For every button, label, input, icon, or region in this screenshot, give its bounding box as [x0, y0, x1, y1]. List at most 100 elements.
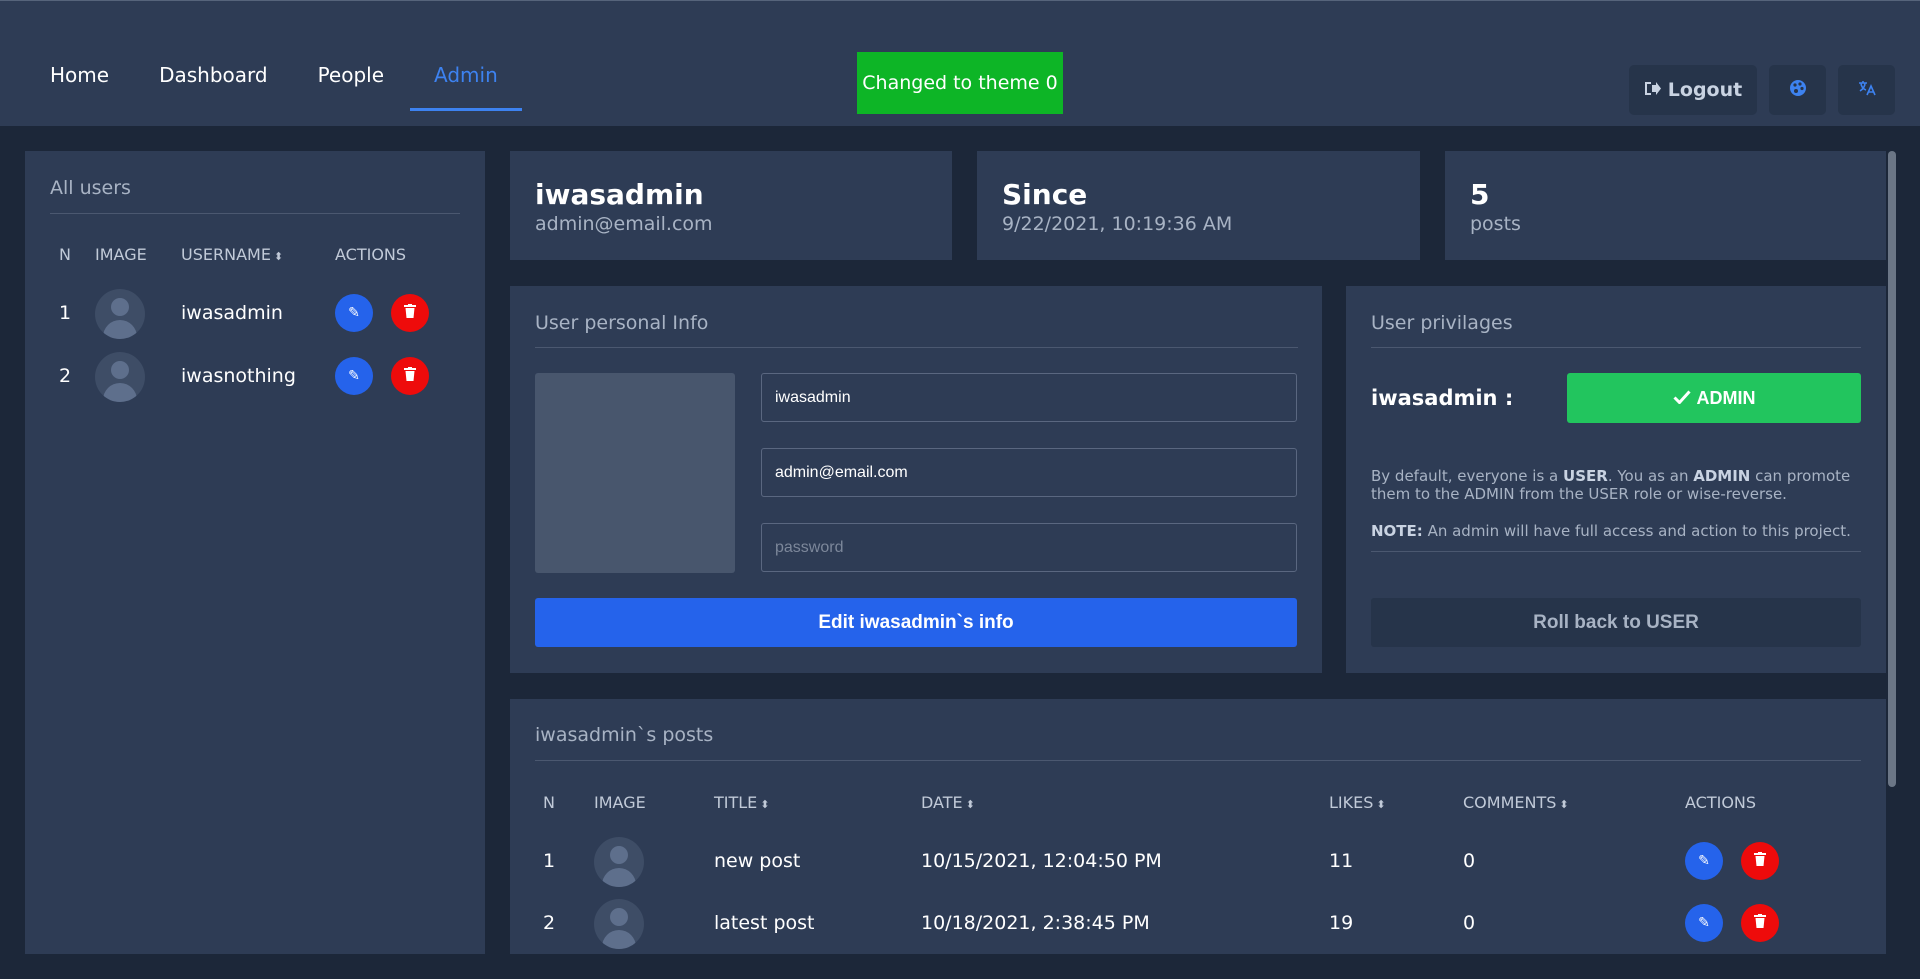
col-header-comments[interactable]: COMMENTS ⬍ [1463, 793, 1569, 812]
col-header-likes-label: LIKES [1329, 793, 1374, 812]
theme-button[interactable] [1769, 65, 1826, 115]
theme-toast: Changed to theme 0 [857, 52, 1063, 114]
sort-icon: ⬍ [1376, 798, 1386, 811]
edit-info-button[interactable]: Edit iwasadmin`s info [535, 598, 1297, 647]
since-card-date: 9/22/2021, 10:19:36 AM [1002, 213, 1233, 235]
nav-item-home[interactable]: Home [50, 43, 109, 111]
user-card-email: admin@email.com [535, 213, 713, 235]
col-header-date-label: DATE [921, 793, 963, 812]
admin-role-label: ADMIN [1696, 387, 1756, 408]
posts-title: iwasadmin`s posts [535, 724, 714, 746]
top-navbar: Home Dashboard People Admin Changed to t… [0, 0, 1920, 126]
trash-icon [1754, 852, 1766, 870]
avatar [594, 837, 644, 887]
logout-label: Logout [1667, 79, 1743, 101]
password-field[interactable] [761, 523, 1297, 572]
col-header-image: IMAGE [594, 793, 646, 812]
posts-count-value: 5 [1470, 178, 1490, 211]
language-button[interactable] [1838, 65, 1895, 115]
post-likes: 19 [1329, 912, 1354, 934]
personal-info-title: User personal Info [535, 312, 709, 334]
profile-photo[interactable] [535, 373, 735, 573]
divider [1371, 551, 1861, 552]
col-header-image: IMAGE [95, 245, 147, 264]
delete-post-button[interactable] [1741, 842, 1779, 880]
pencil-icon: ✎ [1698, 853, 1710, 869]
col-header-actions: ACTIONS [335, 245, 407, 264]
privileges-note: NOTE: An admin will have full access and… [1371, 522, 1851, 540]
nav-item-people[interactable]: People [318, 43, 384, 111]
row-number: 1 [543, 850, 556, 872]
col-header-actions: ACTIONS [1685, 793, 1757, 812]
rollback-to-user-button[interactable]: Roll back to USER [1371, 598, 1861, 647]
privileges-panel: User privilages iwasadmin : ADMIN By def… [1346, 286, 1886, 673]
avatar [95, 289, 145, 339]
col-header-likes[interactable]: LIKES ⬍ [1329, 793, 1386, 812]
main-nav: Home Dashboard People Admin [50, 63, 548, 131]
col-header-username[interactable]: USERNAME ⬍ [181, 245, 283, 264]
row-username: iwasnothing [181, 365, 296, 387]
row-number: 1 [59, 302, 72, 324]
col-header-title-label: TITLE [714, 793, 758, 812]
avatar [594, 899, 644, 949]
row-number: 2 [59, 365, 72, 387]
pencil-icon: ✎ [1698, 915, 1710, 931]
personal-info-panel: User personal Info Edit iwasadmin`s info [510, 286, 1322, 673]
post-title: new post [714, 850, 801, 872]
user-card: iwasadmin admin@email.com [510, 151, 952, 260]
delete-user-button[interactable] [391, 294, 429, 332]
all-users-title: All users [50, 177, 131, 199]
col-header-title[interactable]: TITLE ⬍ [714, 793, 770, 812]
divider [1371, 347, 1861, 348]
post-likes: 11 [1329, 850, 1354, 872]
page-scrollbar[interactable] [1888, 151, 1896, 787]
privileges-username: iwasadmin : [1371, 386, 1514, 410]
edit-post-button[interactable]: ✎ [1685, 842, 1723, 880]
col-header-n: N [59, 245, 71, 264]
trash-icon [404, 304, 416, 322]
edit-user-button[interactable]: ✎ [335, 357, 373, 395]
email-field[interactable] [761, 448, 1297, 497]
logout-icon [1644, 80, 1661, 101]
privileges-title: User privilages [1371, 312, 1513, 334]
user-posts-panel: iwasadmin`s posts N IMAGE TITLE ⬍ DATE ⬍ L… [510, 699, 1886, 954]
avatar [95, 352, 145, 402]
check-icon [1672, 388, 1691, 409]
palette-icon [1789, 78, 1807, 102]
translate-icon [1858, 80, 1876, 101]
post-title: latest post [714, 912, 815, 934]
edit-post-button[interactable]: ✎ [1685, 904, 1723, 942]
since-card: Since 9/22/2021, 10:19:36 AM [977, 151, 1420, 260]
sort-icon: ⬍ [273, 250, 284, 263]
posts-count-label: posts [1470, 213, 1521, 235]
divider [50, 213, 460, 214]
post-date: 10/18/2021, 2:38:45 PM [921, 912, 1150, 934]
delete-post-button[interactable] [1741, 904, 1779, 942]
pencil-icon: ✎ [348, 368, 360, 384]
admin-role-button[interactable]: ADMIN [1567, 373, 1861, 423]
nav-item-admin[interactable]: Admin [410, 43, 522, 111]
col-header-n: N [543, 793, 555, 812]
row-username: iwasadmin [181, 302, 283, 324]
col-header-date[interactable]: DATE ⬍ [921, 793, 975, 812]
username-field[interactable] [761, 373, 1297, 422]
logout-button[interactable]: Logout [1629, 65, 1757, 115]
trash-icon [1754, 914, 1766, 932]
delete-user-button[interactable] [391, 357, 429, 395]
posts-count-card: 5 posts [1445, 151, 1886, 260]
nav-item-dashboard[interactable]: Dashboard [159, 43, 268, 111]
col-header-username-label: USERNAME [181, 245, 271, 264]
post-comments: 0 [1463, 912, 1476, 934]
since-card-title: Since [1002, 178, 1088, 211]
user-card-name: iwasadmin [535, 178, 704, 211]
trash-icon [404, 367, 416, 385]
privileges-description: By default, everyone is a USER. You as a… [1371, 467, 1851, 503]
edit-user-button[interactable]: ✎ [335, 294, 373, 332]
divider [535, 760, 1861, 761]
row-number: 2 [543, 912, 556, 934]
sort-icon: ⬍ [760, 798, 770, 811]
post-date: 10/15/2021, 12:04:50 PM [921, 850, 1162, 872]
pencil-icon: ✎ [348, 305, 360, 321]
sort-icon: ⬍ [1559, 798, 1569, 811]
post-comments: 0 [1463, 850, 1476, 872]
